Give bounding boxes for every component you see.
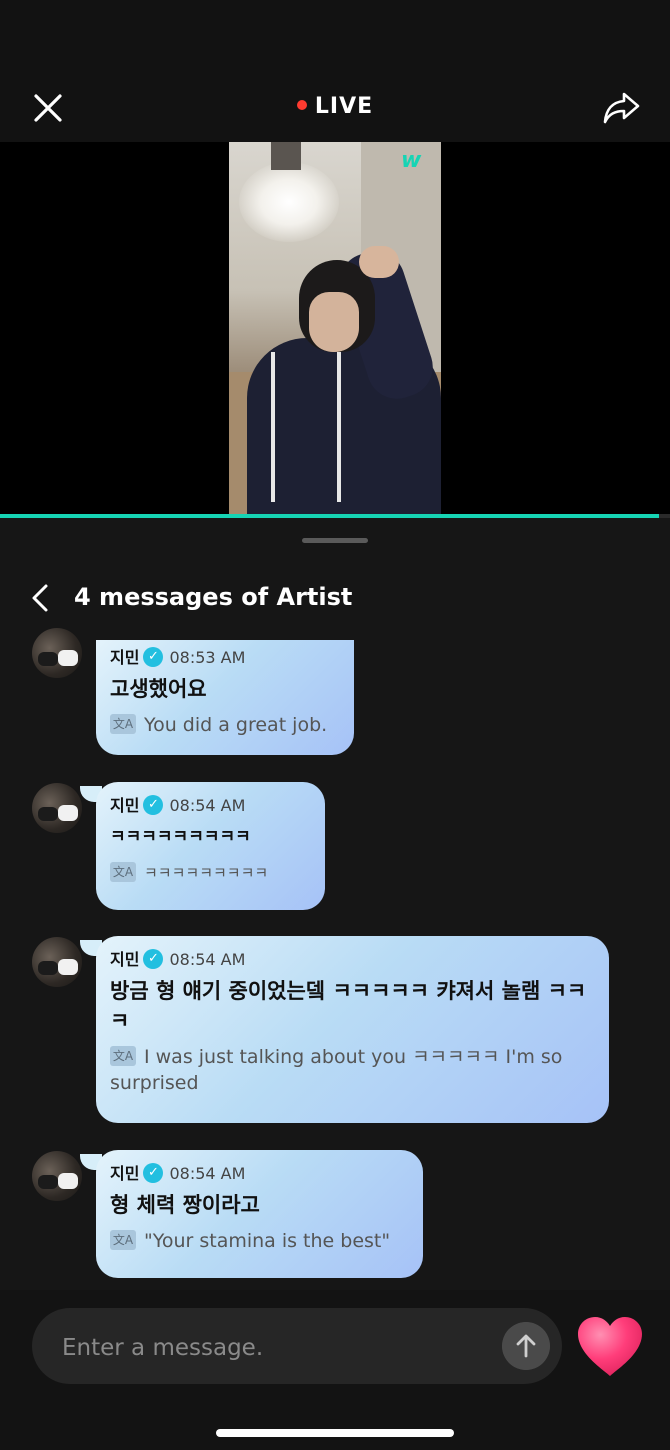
verified-badge-icon: ✓ [143, 794, 164, 815]
lamp-glow [239, 162, 339, 242]
message-bubble: 지민 ✓ 08:54 AM ㅋㅋㅋㅋㅋㅋㅋㅋㅋ 文A ㅋㅋㅋㅋㅋㅋㅋㅋㅋ [96, 782, 325, 910]
top-bar [0, 0, 670, 142]
message-translation: I was just talking about you ㅋㅋㅋㅋㅋ I'm s… [110, 1046, 563, 1094]
sender-name: 지민 [110, 648, 140, 667]
message-input[interactable] [62, 1330, 492, 1366]
translate-icon: 文A [110, 861, 136, 882]
message-translation: "Your stamina is the best" [144, 1230, 391, 1252]
message-time: 08:54 AM [169, 1164, 246, 1183]
message-time: 08:54 AM [169, 796, 246, 815]
translate-icon: 文A [110, 713, 136, 734]
live-dot-icon [296, 100, 307, 110]
heart-icon[interactable] [574, 1314, 646, 1380]
send-arrow-icon[interactable] [502, 1322, 550, 1370]
avatar[interactable] [32, 937, 82, 987]
message-bubble: 지민 ✓ 08:54 AM 형 체력 짱이라고 文A "Your stamina is… [96, 1150, 423, 1278]
message-text: 형 체력 짱이라고 [110, 1193, 260, 1217]
message-text: 고생했어요 [110, 677, 207, 701]
avatar[interactable] [32, 1151, 82, 1201]
jacket-stripe [337, 352, 341, 502]
jacket-stripe [271, 352, 275, 502]
sender-name: 지민 [110, 950, 140, 969]
sender-name: 지민 [110, 1164, 140, 1183]
verified-badge-icon: ✓ [143, 1162, 164, 1183]
verified-badge-icon: ✓ [143, 646, 164, 667]
message-time: 08:53 AM [169, 648, 246, 667]
message-time: 08:54 AM [169, 950, 246, 969]
live-label: LIVE [314, 94, 374, 119]
back-chevron-icon[interactable] [26, 580, 56, 616]
verified-badge-icon: ✓ [143, 948, 164, 969]
home-indicator[interactable] [216, 1429, 454, 1437]
message-bubble: 지민 ✓ 08:54 AM 방금 형 얘기 중이었는뎈 ㅋㅋㅋㅋㅋ 캬져서 놀램 ㅋ… [96, 936, 609, 1123]
avatar[interactable] [32, 628, 82, 678]
sheet-title: 4 messages of Artist [74, 583, 353, 611]
message-translation: You did a great job. [144, 714, 328, 736]
live-indicator: LIVE [0, 94, 670, 119]
ceiling-lamp [271, 142, 301, 170]
person-face [309, 292, 359, 352]
translate-icon: 文A [110, 1229, 136, 1250]
live-video[interactable]: w [0, 142, 670, 514]
message-text: 방금 형 얘기 중이었는뎈 ㅋㅋㅋㅋㅋ 캬져서 놀램 ㅋㅋㅋ [110, 979, 587, 1033]
message-translation: ㅋㅋㅋㅋㅋㅋㅋㅋㅋ [144, 864, 269, 882]
person-hand [359, 246, 399, 278]
sheet-drag-handle[interactable] [302, 538, 368, 543]
message-text: ㅋㅋㅋㅋㅋㅋㅋㅋㅋ [110, 827, 251, 847]
message-bubble: 지민 ✓ 08:53 AM 고생했어요 文A You did a great job. [96, 640, 354, 755]
translate-icon: 文A [110, 1045, 136, 1066]
video-frame: w [229, 142, 441, 514]
avatar[interactable] [32, 783, 82, 833]
share-icon[interactable] [602, 88, 642, 128]
sender-name: 지민 [110, 796, 140, 815]
weverse-logo: w [401, 148, 422, 173]
